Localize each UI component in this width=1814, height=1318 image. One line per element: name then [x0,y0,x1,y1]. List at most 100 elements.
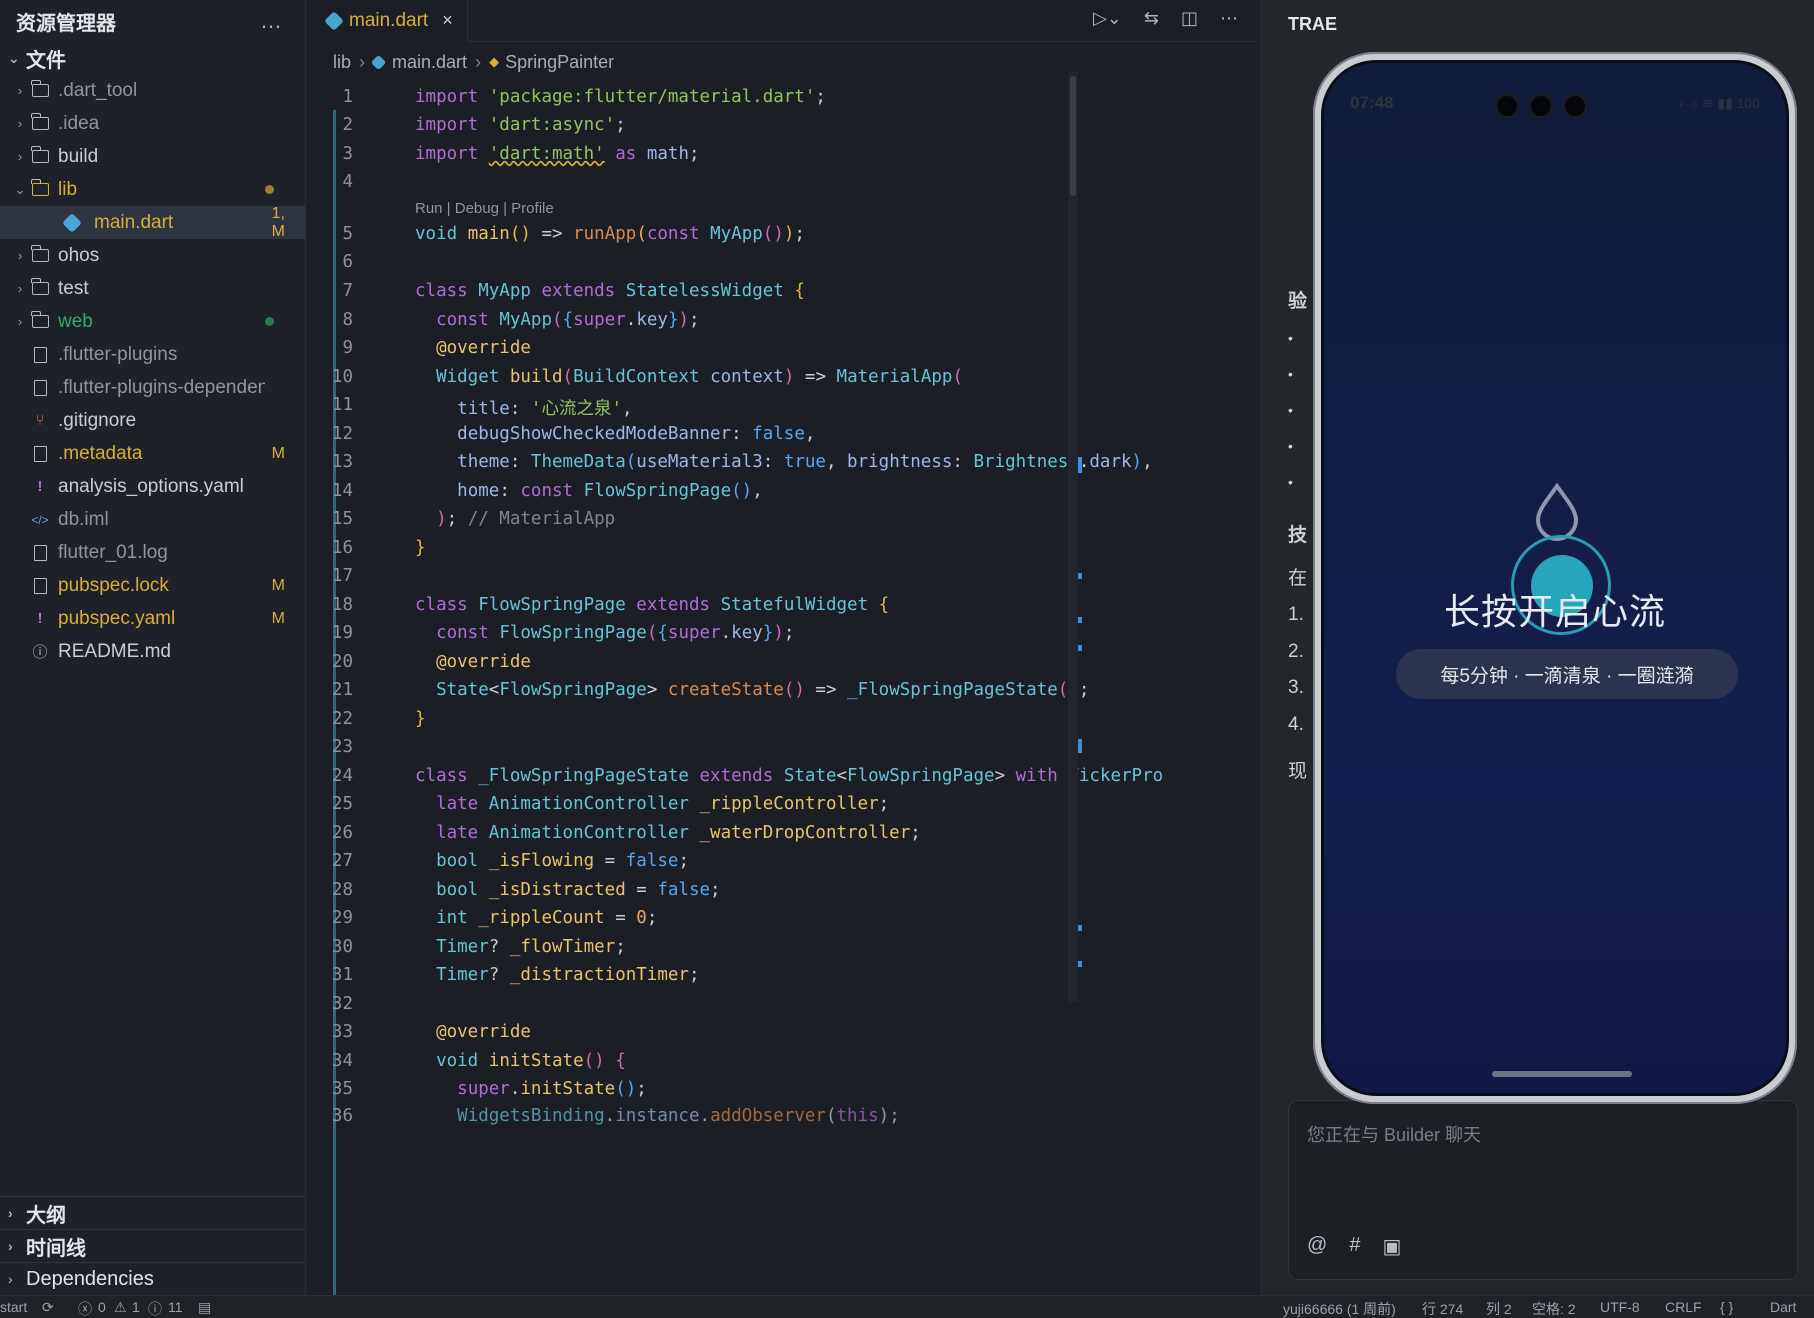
tab-main-dart[interactable]: main.dart × [307,0,468,42]
tree-item[interactable]: .flutter-plugins [0,338,305,371]
errors-icon[interactable]: ⓧ [78,1299,92,1318]
code-line[interactable]: class FlowSpringPage extends StatefulWid… [415,595,889,615]
folder-icon [28,278,52,300]
status-start[interactable]: start [0,1299,27,1315]
code-line[interactable]: late AnimationController _rippleControll… [415,794,889,814]
tree-item[interactable]: › ohos [0,239,305,272]
terminal-icon[interactable]: ▤ [198,1299,211,1316]
home-indicator[interactable] [1492,1071,1632,1077]
code-line[interactable]: } [415,538,426,558]
cursor-col[interactable]: 列 2 [1486,1299,1512,1318]
compare-changes-icon[interactable]: ⇆ [1144,8,1159,29]
split-editor-icon[interactable]: ◫ [1181,8,1198,29]
code-line[interactable]: State<FlowSpringPage> createState() => _… [415,680,1089,700]
info-count[interactable]: 11 [168,1299,183,1315]
code-line[interactable]: import 'dart:async'; [415,115,626,135]
more-actions-icon[interactable]: … [260,8,283,34]
tree-item[interactable]: .metadata M [0,437,305,470]
code-line[interactable]: class _FlowSpringPageState extends State… [415,766,1163,786]
sync-icon[interactable]: ⟳ [42,1299,54,1316]
line-number: 22 [331,709,353,729]
tree-item[interactable]: › .dart_tool [0,74,305,107]
scrollbar-thumb[interactable] [1070,76,1076,196]
image-icon[interactable]: ▣ [1382,1234,1401,1259]
class-symbol-icon: ◆ [489,54,500,69]
indentation[interactable]: 空格: 2 [1532,1299,1576,1318]
tree-item[interactable]: ⑂ .gitignore [0,404,305,437]
close-tab-icon[interactable]: × [442,10,453,31]
tree-item[interactable]: › build [0,140,305,173]
code-line[interactable]: debugShowCheckedModeBanner: false, [415,424,815,444]
line-ending[interactable]: CRLF [1665,1299,1702,1315]
status-dot-icon [265,316,274,326]
more-icon[interactable]: ⋯ [1220,8,1238,29]
phone-screen[interactable]: 07:48 ‹··› ≋ ▮▮ 100 长按开启心流 每5分钟 · 一滴清泉 ·… [1321,60,1789,1096]
info-icon[interactable]: ⓘ [148,1299,162,1318]
editor-tabs: main.dart × ▷⌄ ⇆ ◫ ⋯ [307,0,1258,42]
code-area[interactable]: 1 2 3 4 5 6 7 8 9 10 11 12 13 14 15 16 17 18 19 20 21 22 23 24 2… [307,86,1237,1295]
code-line[interactable]: theme: ThemeData(useMaterial3: true, bri… [415,452,1152,472]
tree-item[interactable]: ! pubspec.yaml M [0,602,305,635]
encoding[interactable]: UTF-8 [1600,1299,1640,1315]
run-debug-icon[interactable]: ▷⌄ [1093,8,1122,29]
code-line[interactable]: super.initState(); [415,1079,647,1099]
tree-item[interactable]: ⌄ lib [0,173,305,206]
code-line[interactable]: const FlowSpringPage({super.key}); [415,623,794,643]
line-number: 4 [342,172,353,192]
tree-item[interactable]: ⓘ README.md [0,635,305,668]
code-line[interactable]: import 'dart:math' as math; [415,144,700,164]
tree-item[interactable]: › .idea [0,107,305,140]
code-line[interactable]: void main() => runApp(const MyApp()); [415,224,805,244]
files-section-header[interactable]: ⌄ 文件 [0,42,305,74]
code-line[interactable]: ); // MaterialApp [415,509,615,529]
tree-item[interactable]: .flutter-plugins-dependen... [0,371,305,404]
code-line[interactable]: @override [415,652,531,672]
tree-item[interactable]: </> db.iml [0,503,305,536]
vertical-scrollbar[interactable] [1068,72,1078,1002]
tree-item[interactable]: › test [0,272,305,305]
breadcrumb-symbol[interactable]: SpringPainter [505,52,614,73]
code-line[interactable]: home: const FlowSpringPage(), [415,481,763,501]
code-line[interactable]: int _rippleCount = 0; [415,908,657,928]
warnings-icon[interactable]: ⚠ [114,1299,127,1316]
mention-icon[interactable]: @ [1307,1234,1327,1259]
dependencies-section[interactable]: › Dependencies [0,1262,306,1295]
timeline-section[interactable]: › 时间线 [0,1229,306,1262]
code-line[interactable]: import 'package:flutter/material.dart'; [415,87,826,107]
code-line[interactable]: @override [415,338,531,358]
braces-icon[interactable]: { } [1720,1299,1733,1315]
code-line[interactable]: Widget build(BuildContext context) => Ma… [415,367,963,387]
codelens-run-debug-profile[interactable]: Run | Debug | Profile [415,200,554,217]
tree-item[interactable]: flutter_01.log [0,536,305,569]
code-line[interactable]: late AnimationController _waterDropContr… [415,823,921,843]
warnings-count[interactable]: 1 [132,1299,140,1315]
line-number: 23 [331,737,353,757]
tree-item-label: ohos [58,244,100,266]
code-line[interactable]: bool _isFlowing = false; [415,851,689,871]
code-line[interactable]: @override [415,1022,531,1042]
code-line[interactable]: WidgetsBinding.instance.addObserver(this… [415,1106,900,1126]
line-number: 33 [331,1022,353,1042]
tree-item[interactable]: › web [0,305,305,338]
hashtag-icon[interactable]: # [1349,1234,1360,1259]
code-line[interactable]: Timer? _distractionTimer; [415,965,699,985]
language-mode[interactable]: Dart [1770,1299,1796,1315]
tree-item[interactable]: ! analysis_options.yaml [0,470,305,503]
breadcrumb-lib[interactable]: lib [333,52,351,73]
tree-item[interactable]: pubspec.lock M [0,569,305,602]
blame-user[interactable]: yuji66666 (1 周前) [1283,1299,1396,1318]
sidebar-bottom-sections: › 大纲 › 时间线 › Dependencies [0,1196,306,1295]
code-line[interactable]: title: '心流之泉', [415,395,632,420]
tree-item[interactable]: main.dart 1, M [0,205,305,240]
outline-section[interactable]: › 大纲 [0,1196,306,1229]
errors-count[interactable]: 0 [98,1299,106,1315]
breadcrumb-file[interactable]: main.dart [392,52,467,73]
code-line[interactable]: } [415,709,426,729]
code-line[interactable]: bool _isDistracted = false; [415,880,721,900]
code-line[interactable]: class MyApp extends StatelessWidget { [415,281,805,301]
code-line[interactable]: void initState() { [415,1051,626,1071]
code-line[interactable]: const MyApp({super.key}); [415,310,700,330]
cursor-line[interactable]: 行 274 [1422,1299,1463,1318]
chat-input-box[interactable]: 您正在与 Builder 聊天 @ # ▣ [1288,1100,1798,1280]
code-line[interactable]: Timer? _flowTimer; [415,937,626,957]
